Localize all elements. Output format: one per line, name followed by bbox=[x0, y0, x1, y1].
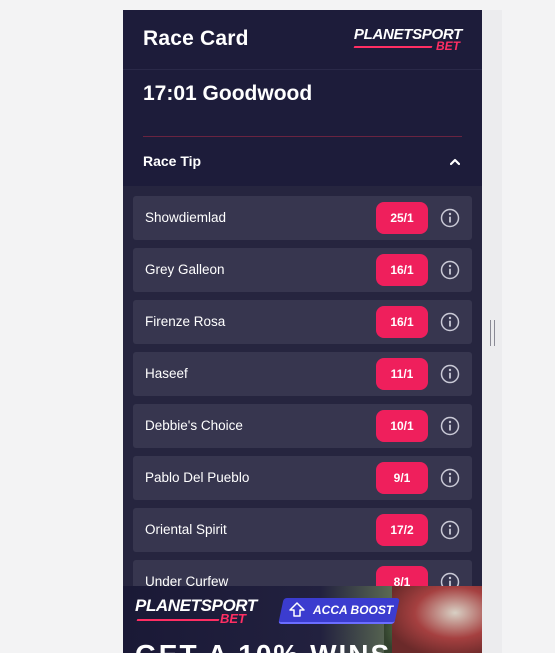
info-icon[interactable] bbox=[440, 416, 460, 436]
info-icon[interactable] bbox=[440, 312, 460, 332]
odds-button[interactable]: 10/1 bbox=[376, 410, 428, 442]
odds-button[interactable]: 11/1 bbox=[376, 358, 428, 390]
info-icon[interactable] bbox=[440, 468, 460, 488]
chevron-up-icon[interactable] bbox=[450, 157, 460, 167]
odds-button[interactable]: 16/1 bbox=[376, 254, 428, 286]
runner-row[interactable]: Grey Galleon 16/1 bbox=[133, 248, 472, 292]
runner-name: Haseef bbox=[145, 366, 188, 381]
logo-bet: BET bbox=[436, 39, 460, 53]
odds-button[interactable]: 25/1 bbox=[376, 202, 428, 234]
runner-name: Oriental Spirit bbox=[145, 522, 227, 537]
banner-player-image bbox=[392, 586, 482, 653]
runner-name: Pablo Del Pueblo bbox=[145, 470, 250, 485]
planetsport-bet-logo: PLANETSPORT BET bbox=[350, 26, 462, 53]
banner-logo-bet: BET bbox=[220, 611, 246, 626]
widget-header: Race Card PLANETSPORT BET bbox=[123, 10, 482, 70]
odds-button[interactable]: 9/1 bbox=[376, 462, 428, 494]
runner-name: Firenze Rosa bbox=[145, 314, 226, 329]
runner-row[interactable]: Pablo Del Pueblo 9/1 bbox=[133, 456, 472, 500]
banner-headline: GET A 10% WINS bbox=[135, 639, 391, 653]
runner-name: Debbie's Choice bbox=[145, 418, 243, 433]
arrow-up-icon bbox=[289, 602, 305, 617]
runner-row[interactable]: Firenze Rosa 16/1 bbox=[133, 300, 472, 344]
info-icon[interactable] bbox=[440, 260, 460, 280]
race-card-widget: Race Card PLANETSPORT BET 17:01 Goodwood… bbox=[123, 10, 482, 653]
divider bbox=[143, 136, 462, 137]
race-title: 17:01 Goodwood bbox=[143, 82, 313, 105]
logo-underline bbox=[353, 46, 433, 48]
race-tip-toggle[interactable]: Race Tip bbox=[143, 153, 201, 169]
resize-handle[interactable] bbox=[490, 320, 495, 346]
runner-row[interactable]: Haseef 11/1 bbox=[133, 352, 472, 396]
runner-list: Showdiemlad 25/1 Grey Galleon 16/1 Firenze R… bbox=[123, 186, 482, 653]
runner-row[interactable]: Debbie's Choice 10/1 bbox=[133, 404, 472, 448]
runner-name: Grey Galleon bbox=[145, 262, 225, 277]
runner-name: Showdiemlad bbox=[145, 210, 227, 225]
banner-logo-underline bbox=[136, 619, 220, 621]
odds-button[interactable]: 16/1 bbox=[376, 306, 428, 338]
info-icon[interactable] bbox=[440, 520, 460, 540]
odds-button[interactable]: 17/2 bbox=[376, 514, 428, 546]
widget-title: Race Card bbox=[143, 27, 249, 50]
runner-row[interactable]: Showdiemlad 25/1 bbox=[133, 196, 472, 240]
acca-boost-banner[interactable]: PLANETSPORT BET ACCA BOOST GET A 10% WIN… bbox=[123, 586, 482, 653]
runner-row[interactable]: Oriental Spirit 17/2 bbox=[133, 508, 472, 552]
info-icon[interactable] bbox=[440, 208, 460, 228]
info-icon[interactable] bbox=[440, 364, 460, 384]
acca-boost-label: ACCA BOOST bbox=[313, 603, 394, 617]
